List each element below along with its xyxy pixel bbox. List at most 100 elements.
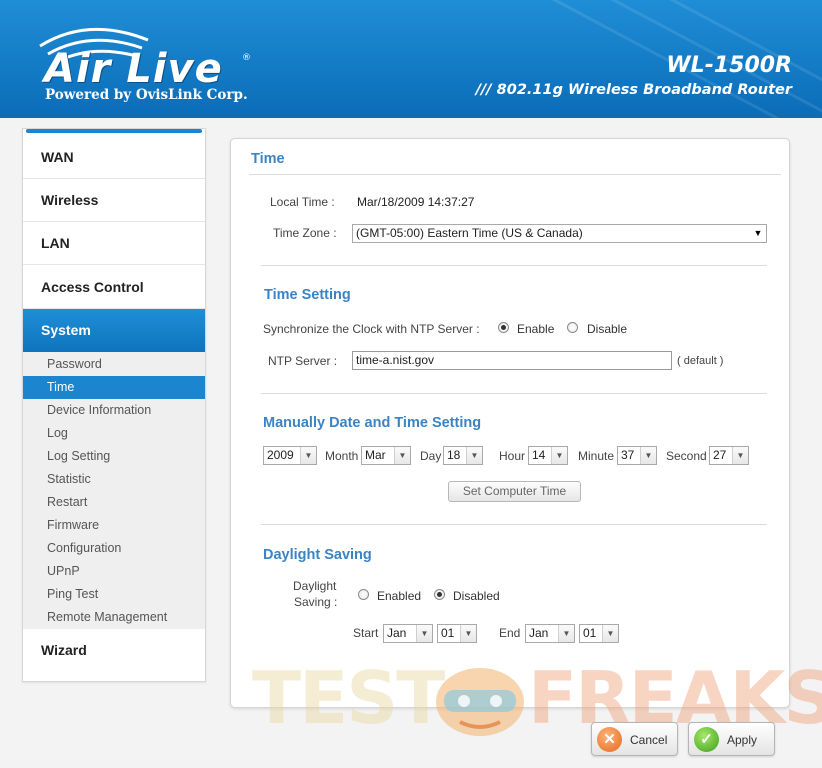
chevron-down-icon: ▼ xyxy=(551,447,567,464)
page-title: Time xyxy=(251,151,285,167)
cancel-x-icon: ✕ xyxy=(597,727,622,752)
sidebar-accent-bar xyxy=(26,129,202,133)
month-label: Month xyxy=(325,449,359,463)
divider xyxy=(261,265,767,266)
chevron-down-icon: ▼ xyxy=(558,625,574,642)
start-day-value: 01 xyxy=(441,626,455,640)
chevron-down-icon: ▼ xyxy=(602,625,618,642)
submenu-item-log-setting[interactable]: Log Setting xyxy=(23,445,205,468)
sidebar-item-wireless[interactable]: Wireless xyxy=(23,179,205,222)
chevron-down-icon: ▼ xyxy=(750,225,766,242)
set-computer-time-button[interactable]: Set Computer Time xyxy=(448,481,581,502)
sidebar: WAN Wireless LAN Access Control System P… xyxy=(22,128,206,682)
submenu-item-upnp[interactable]: UPnP xyxy=(23,560,205,583)
end-label: End xyxy=(499,626,521,640)
daylight-label-line1: Daylight xyxy=(293,579,337,593)
chevron-down-icon: ▼ xyxy=(640,447,656,464)
ntp-disable-radio[interactable] xyxy=(567,322,578,333)
hour-label: Hour xyxy=(499,449,526,463)
ntp-disable-label: Disable xyxy=(587,322,628,336)
time-settings-panel: Time Local Time : Mar/18/2009 14:37:27 T… xyxy=(230,138,790,708)
ntp-sync-label: Synchronize the Clock with NTP Server : xyxy=(263,322,480,336)
end-day-value: 01 xyxy=(583,626,597,640)
ntp-enable-label: Enable xyxy=(517,322,555,336)
hour-select[interactable]: 14 ▼ xyxy=(528,446,568,465)
submenu-item-statistic[interactable]: Statistic xyxy=(23,468,205,491)
submenu-item-device-information[interactable]: Device Information xyxy=(23,399,205,422)
manual-setting-title: Manually Date and Time Setting xyxy=(263,415,482,431)
time-zone-selected: (GMT-05:00) Eastern Time (US & Canada) xyxy=(356,226,583,240)
cancel-label: Cancel xyxy=(630,733,668,747)
minute-value: 37 xyxy=(621,448,635,462)
chevron-down-icon: ▼ xyxy=(466,447,482,464)
header-banner: Air Live ® Powered by OvisLink Corp. WL-… xyxy=(0,0,822,118)
minute-label: Minute xyxy=(578,449,615,463)
month-value: Mar xyxy=(365,448,386,462)
submenu-item-time[interactable]: Time xyxy=(23,376,205,399)
brand-logo: Air Live xyxy=(44,46,223,92)
second-select[interactable]: 27 ▼ xyxy=(709,446,749,465)
end-month-select[interactable]: Jan ▼ xyxy=(525,624,575,643)
end-day-select[interactable]: 01 ▼ xyxy=(579,624,619,643)
day-label: Day xyxy=(420,449,442,463)
divider xyxy=(261,393,767,394)
time-zone-select[interactable]: (GMT-05:00) Eastern Time (US & Canada) ▼ xyxy=(352,224,767,243)
day-select[interactable]: 18 ▼ xyxy=(443,446,483,465)
divider xyxy=(261,524,767,525)
start-month-select[interactable]: Jan ▼ xyxy=(383,624,433,643)
submenu-item-ping-test[interactable]: Ping Test xyxy=(23,583,205,606)
ntp-server-label: NTP Server : xyxy=(268,354,338,368)
end-month-value: Jan xyxy=(529,626,549,640)
brand-tagline: Powered by OvisLink Corp. xyxy=(45,87,248,103)
submenu-item-firmware[interactable]: Firmware xyxy=(23,514,205,537)
time-setting-title: Time Setting xyxy=(264,287,351,303)
start-label: Start xyxy=(353,626,379,640)
submenu-item-log[interactable]: Log xyxy=(23,422,205,445)
chevron-down-icon: ▼ xyxy=(416,625,432,642)
sidebar-item-system[interactable]: System xyxy=(23,309,205,352)
minute-select[interactable]: 37 ▼ xyxy=(617,446,657,465)
year-value: 2009 xyxy=(267,448,294,462)
checkmark-icon: ✓ xyxy=(694,727,719,752)
daylight-enabled-label: Enabled xyxy=(377,589,422,603)
submenu-item-restart[interactable]: Restart xyxy=(23,491,205,514)
apply-button[interactable]: ✓ Apply xyxy=(688,722,775,756)
daylight-disabled-radio[interactable] xyxy=(434,589,445,600)
system-submenu: Password Time Device Information Log Log… xyxy=(23,352,205,629)
sidebar-item-wizard[interactable]: Wizard xyxy=(23,629,205,672)
chevron-down-icon: ▼ xyxy=(394,447,410,464)
chevron-down-icon: ▼ xyxy=(300,447,316,464)
chevron-down-icon: ▼ xyxy=(460,625,476,642)
daylight-disabled-label: Disabled xyxy=(453,589,500,603)
registered-mark: ® xyxy=(242,53,251,63)
start-month-value: Jan xyxy=(387,626,407,640)
local-time-value: Mar/18/2009 14:37:27 xyxy=(357,195,475,209)
model-name: WL-1500R xyxy=(666,53,792,78)
second-label: Second xyxy=(666,449,707,463)
day-value: 18 xyxy=(447,448,461,462)
year-select[interactable]: 2009 ▼ xyxy=(263,446,317,465)
cancel-button[interactable]: ✕ Cancel xyxy=(591,722,678,756)
ntp-default-note: ( default ) xyxy=(677,355,724,367)
sidebar-item-wan[interactable]: WAN xyxy=(23,136,205,179)
sidebar-item-access-control[interactable]: Access Control xyxy=(23,266,205,309)
daylight-enabled-radio[interactable] xyxy=(358,589,369,600)
submenu-item-password[interactable]: Password xyxy=(23,353,205,376)
start-day-select[interactable]: 01 ▼ xyxy=(437,624,477,643)
submenu-item-configuration[interactable]: Configuration xyxy=(23,537,205,560)
chevron-down-icon: ▼ xyxy=(732,447,748,464)
model-description: /// 802.11g Wireless Broadband Router xyxy=(475,82,792,98)
apply-label: Apply xyxy=(727,733,758,747)
daylight-label-line2: Saving : xyxy=(294,595,338,609)
submenu-item-remote-management[interactable]: Remote Management xyxy=(23,606,205,629)
sidebar-item-lan[interactable]: LAN xyxy=(23,222,205,265)
ntp-server-input[interactable]: time-a.nist.gov xyxy=(352,351,672,370)
ntp-enable-radio[interactable] xyxy=(498,322,509,333)
month-select[interactable]: Mar ▼ xyxy=(361,446,411,465)
time-zone-label: Time Zone : xyxy=(273,226,337,240)
hour-value: 14 xyxy=(532,448,546,462)
divider xyxy=(249,174,781,175)
local-time-label: Local Time : xyxy=(270,195,335,209)
daylight-saving-title: Daylight Saving xyxy=(263,547,372,563)
second-value: 27 xyxy=(713,448,727,462)
